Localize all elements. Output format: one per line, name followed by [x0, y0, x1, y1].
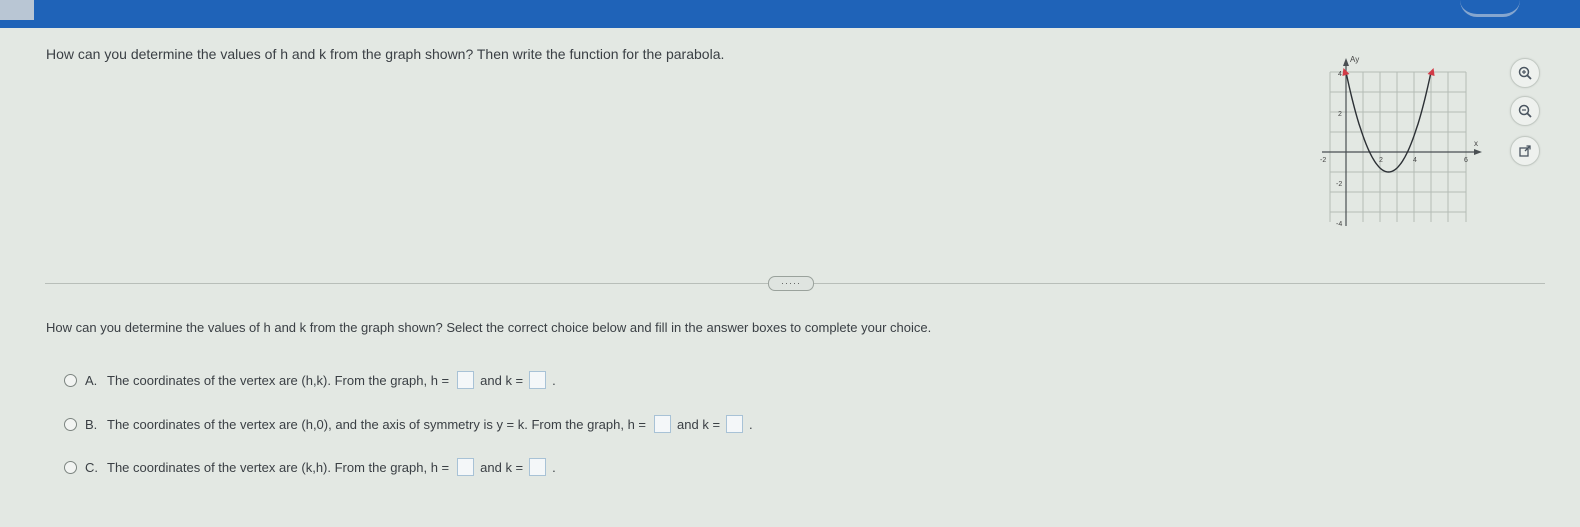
tick-x-2: 2	[1379, 157, 1383, 164]
top-bar-tab	[0, 0, 34, 20]
choice-letter: B.	[85, 416, 98, 432]
choice-letter: C.	[85, 459, 98, 475]
choice-text: The coordinates of the vertex are (h,0),…	[107, 416, 647, 432]
instruction-text: How can you determine the values of h an…	[46, 320, 932, 335]
choice-text: The coordinates of the vertex are (k,h).…	[107, 459, 450, 475]
answer-box-k[interactable]	[726, 415, 744, 433]
popout-button[interactable]	[1510, 136, 1540, 166]
choice-text-end: .	[749, 416, 753, 432]
choice-text-end: .	[552, 459, 556, 475]
tick-y-2: 2	[1338, 111, 1342, 118]
choice-text-mid: and k =	[480, 372, 524, 388]
tick-y-neg4: -4	[1336, 221, 1342, 228]
choice-a[interactable]: A. The coordinates of the vertex are (h,…	[64, 369, 556, 391]
zoom-out-icon	[1518, 104, 1532, 118]
x-axis-label: x	[1474, 139, 1478, 148]
zoom-in-button[interactable]	[1510, 58, 1540, 88]
answer-box-k[interactable]	[529, 371, 547, 389]
choice-b[interactable]: B. The coordinates of the vertex are (h,…	[64, 413, 753, 435]
parabola-graph[interactable]: Ay x 4 2 -2 2 4 6 -2 -4	[1316, 50, 1486, 232]
y-axis-arrow	[1343, 58, 1349, 66]
y-axis-label: Ay	[1350, 55, 1359, 64]
radio-choice-b[interactable]	[64, 417, 77, 431]
choice-c[interactable]: C. The coordinates of the vertex are (k,…	[64, 456, 556, 478]
answer-box-k[interactable]	[529, 458, 547, 476]
choice-text-mid: and k =	[480, 459, 524, 475]
answer-box-h[interactable]	[457, 458, 475, 476]
popout-icon	[1519, 145, 1531, 157]
zoom-out-button[interactable]	[1510, 96, 1540, 126]
choice-text: The coordinates of the vertex are (h,k).…	[107, 372, 450, 388]
top-bar	[0, 0, 1580, 28]
tick-x-neg2: -2	[1320, 157, 1326, 164]
answer-box-h[interactable]	[457, 371, 475, 389]
graph-axes	[1322, 64, 1476, 226]
choice-letter: A.	[85, 372, 98, 388]
tick-x-4: 4	[1413, 157, 1417, 164]
x-axis-arrow	[1474, 149, 1482, 155]
radio-choice-a[interactable]	[64, 373, 77, 387]
choice-text-end: .	[552, 372, 556, 388]
tick-y-4: 4	[1338, 71, 1342, 78]
zoom-in-icon	[1518, 66, 1532, 80]
top-bar-decoration	[1460, 0, 1520, 17]
question-text: How can you determine the values of h an…	[46, 46, 725, 62]
expand-more-button[interactable]: ·····	[768, 276, 814, 291]
tick-y-neg2: -2	[1336, 181, 1342, 188]
answer-box-h[interactable]	[654, 415, 672, 433]
parabola-curve	[1345, 73, 1432, 173]
tick-x-6: 6	[1464, 157, 1468, 164]
choice-text-mid: and k =	[677, 416, 721, 432]
radio-choice-c[interactable]	[64, 460, 77, 474]
